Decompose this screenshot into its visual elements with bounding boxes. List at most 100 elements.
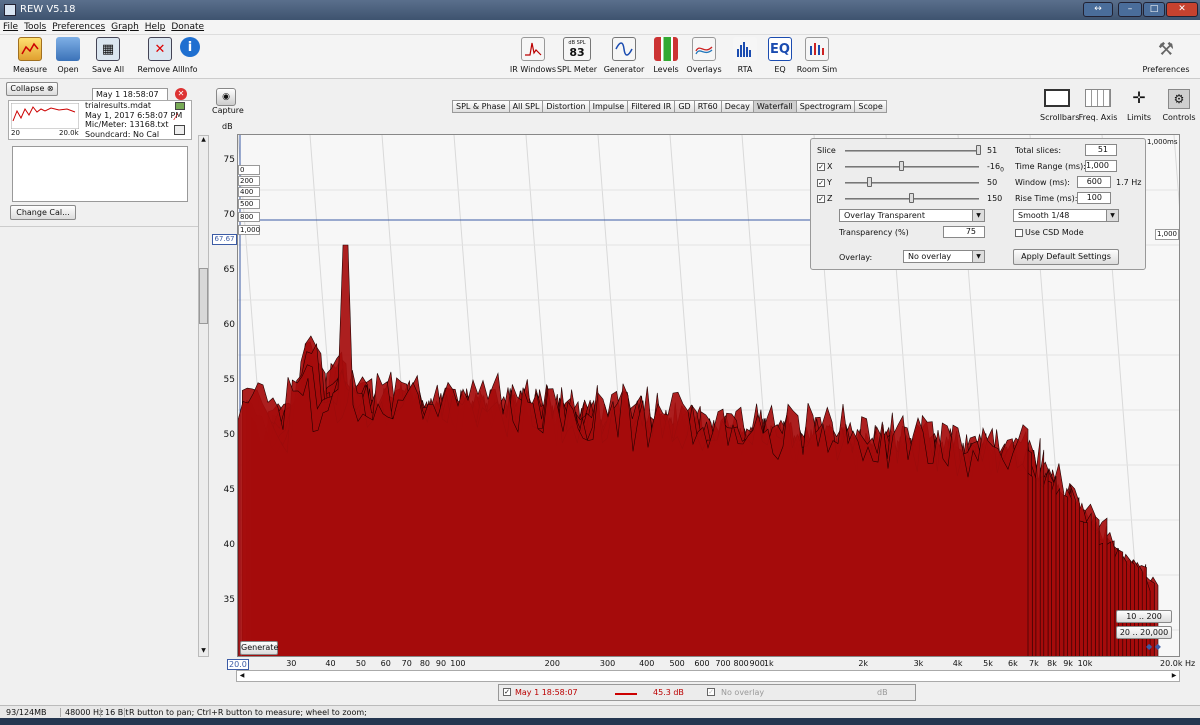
- y-tick: 40: [223, 540, 235, 550]
- slice-thumb[interactable]: [976, 145, 981, 155]
- slice-slider[interactable]: [845, 150, 979, 152]
- x-tick: 200: [544, 659, 560, 668]
- x-tick: 8k: [1047, 659, 1057, 668]
- window-title: REW V5.18: [20, 4, 76, 15]
- graph-tools: Scrollbars Freq. Axis ✛ Limits ⚙ Control…: [1040, 89, 1198, 127]
- y-checkbox[interactable]: ✓: [817, 178, 825, 187]
- remove-measurement-icon[interactable]: ✕: [175, 88, 187, 100]
- tab-waterfall[interactable]: Waterfall: [752, 100, 797, 113]
- x-tick: 6k: [1007, 659, 1018, 668]
- time-label: 800: [238, 212, 260, 222]
- measurement-mic: Mic/Meter: 13168.txt: [85, 120, 169, 129]
- save-all-button[interactable]: ▦ Save All: [80, 37, 136, 77]
- grid-line: [1173, 135, 1179, 207]
- tab-distortion[interactable]: Distortion: [542, 100, 590, 113]
- y-slider[interactable]: [845, 182, 979, 184]
- tab-gd[interactable]: GD: [674, 100, 695, 113]
- csd-mode-checkbox[interactable]: [1015, 228, 1023, 237]
- tab-filtered-ir[interactable]: Filtered IR: [627, 100, 676, 113]
- menu-graph[interactable]: Graph: [108, 20, 142, 32]
- overlay-mode-select[interactable]: Overlay Transparent: [839, 209, 985, 222]
- folder-icon: [56, 37, 80, 61]
- scroll-thumb[interactable]: [199, 268, 208, 324]
- range-10-200-button[interactable]: 10 .. 200: [1116, 610, 1172, 623]
- time-label: 400: [238, 187, 260, 197]
- window-label: Window (ms):: [1015, 178, 1070, 187]
- rise-time-label: Rise Time (ms):: [1015, 194, 1078, 203]
- z-checkbox[interactable]: ✓: [817, 194, 825, 203]
- status-hint: R button to pan; Ctrl+R button to measur…: [124, 708, 367, 717]
- scroll-up-icon[interactable]: ▲: [199, 136, 208, 145]
- status-bar: 93/124MB 48000 Hz 16 Bit R button to pan…: [0, 705, 1200, 718]
- notes-icon[interactable]: [174, 125, 185, 135]
- legend-overlay: No overlay: [721, 688, 765, 697]
- transparency-field[interactable]: 75: [943, 226, 985, 238]
- notes-area[interactable]: [12, 146, 188, 202]
- time-range-field[interactable]: 1,000: [1085, 160, 1117, 172]
- rise-time-field[interactable]: 100: [1077, 192, 1111, 204]
- y-value: 50: [987, 178, 998, 187]
- info-icon: i: [180, 37, 200, 57]
- window-field[interactable]: 600: [1077, 176, 1111, 188]
- freq-axis-label: Freq. Axis: [1078, 113, 1118, 122]
- collapse-button[interactable]: Collapse ⊗: [6, 82, 58, 96]
- graph-hscrollbar[interactable]: ◀ ▶: [236, 670, 1180, 682]
- edit-icon[interactable]: [175, 102, 185, 110]
- legend-checkbox[interactable]: ✓: [503, 688, 511, 696]
- menu-help[interactable]: Help: [142, 20, 169, 32]
- menu-donate[interactable]: Donate: [168, 20, 207, 32]
- panel-scrollbar[interactable]: ▲ ▼: [198, 135, 209, 657]
- freq-axis-button[interactable]: Freq. Axis: [1078, 89, 1118, 122]
- tab-rt60[interactable]: RT60: [693, 100, 722, 113]
- maximize-button[interactable]: □: [1143, 2, 1165, 17]
- scrollbars-label: Scrollbars: [1040, 113, 1080, 122]
- y-thumb[interactable]: [867, 177, 872, 187]
- tab-spectrogram[interactable]: Spectrogram: [795, 100, 856, 113]
- status-memory: 93/124MB: [6, 708, 47, 717]
- room-sim-button[interactable]: Room Sim: [789, 37, 845, 77]
- info-button[interactable]: i Info: [162, 37, 218, 77]
- scroll-right-icon[interactable]: ▶: [1169, 671, 1179, 681]
- overlay-select[interactable]: No overlay: [903, 250, 985, 263]
- y-tick: 65: [223, 265, 235, 275]
- menu-file[interactable]: File: [0, 20, 21, 32]
- smoothing-select[interactable]: Smooth 1/48: [1013, 209, 1119, 222]
- tab-decay[interactable]: Decay: [720, 100, 754, 113]
- menu-preferences[interactable]: Preferences: [49, 20, 108, 32]
- time-label: 1,000: [238, 225, 261, 235]
- controls-button[interactable]: ⚙ Controls: [1160, 89, 1198, 122]
- scroll-down-icon[interactable]: ▼: [199, 647, 208, 656]
- range-20-20000-button[interactable]: 20 .. 20,000: [1116, 626, 1172, 639]
- z-thumb[interactable]: [909, 193, 914, 203]
- axis-toggle-icon[interactable]: ◆ ◆: [1146, 642, 1161, 651]
- change-cal-button[interactable]: Change Cal...: [10, 205, 76, 220]
- restore-icon[interactable]: ↔: [1083, 2, 1113, 17]
- tab-scope[interactable]: Scope: [854, 100, 887, 113]
- minimize-button[interactable]: –: [1118, 2, 1142, 17]
- preferences-button[interactable]: ⚒ Preferences: [1136, 37, 1196, 77]
- tab-spl-phase[interactable]: SPL & Phase: [452, 100, 510, 113]
- x-thumb[interactable]: [899, 161, 904, 171]
- close-button[interactable]: ✕: [1166, 2, 1198, 17]
- tab-impulse[interactable]: Impulse: [588, 100, 629, 113]
- x-tick: 80: [419, 659, 431, 668]
- measurement-item[interactable]: 20 20.0k trialresults.mdat May 1, 2017 6…: [8, 100, 192, 140]
- total-slices-field[interactable]: 51: [1085, 144, 1117, 156]
- tab-all-spl[interactable]: All SPL: [508, 100, 544, 113]
- apply-defaults-button[interactable]: Apply Default Settings: [1013, 249, 1119, 265]
- menu-tools[interactable]: Tools: [21, 20, 49, 32]
- x-checkbox[interactable]: ✓: [817, 162, 825, 171]
- capture-button[interactable]: ◉ Capture: [212, 88, 244, 115]
- thumb-left-label: 20: [11, 129, 20, 137]
- overlay-legend-checkbox[interactable]: ✓: [707, 688, 715, 696]
- generate-button[interactable]: Generate: [240, 641, 278, 655]
- limits-button[interactable]: ✛ Limits: [1122, 89, 1156, 123]
- scroll-left-icon[interactable]: ◀: [237, 671, 247, 681]
- pencil-icon[interactable]: ⁄: [175, 113, 185, 123]
- scrollbars-button[interactable]: Scrollbars: [1040, 89, 1080, 122]
- x-tick: 70: [401, 659, 412, 668]
- y-tick: 60: [223, 320, 235, 330]
- x-tick: 400: [639, 659, 655, 668]
- x-label: X: [827, 162, 833, 171]
- x-slider[interactable]: [845, 166, 979, 168]
